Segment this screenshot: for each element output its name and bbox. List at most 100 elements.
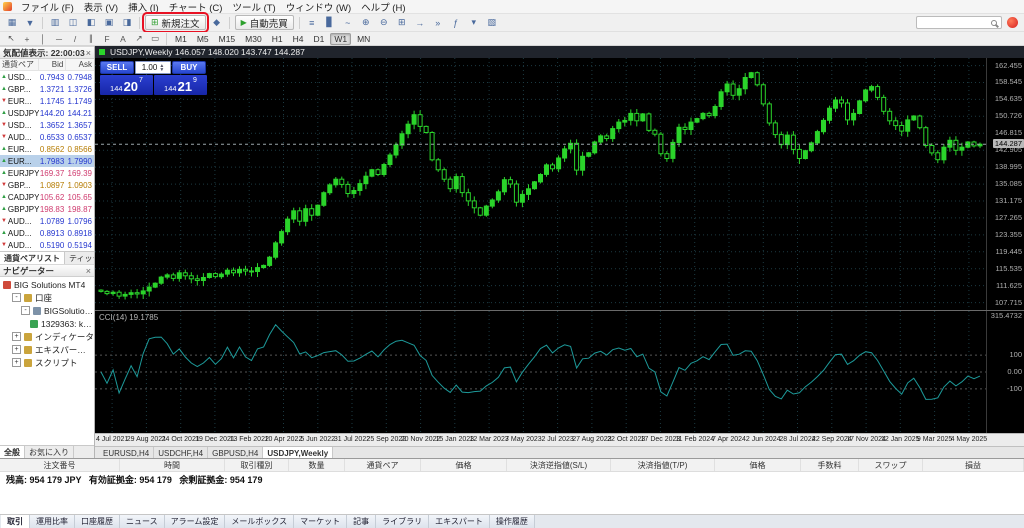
terminal-tab-7[interactable]: 記事 <box>347 515 377 528</box>
volume-input[interactable]: 1.00 ▲ ▼ <box>135 61 171 74</box>
periods-icon[interactable]: ▾ <box>466 16 482 30</box>
community-icon[interactable] <box>1007 17 1018 28</box>
market-watch-icon[interactable]: ▥ <box>47 16 63 30</box>
mw-tab-0[interactable]: 通貨ペアリスト <box>0 252 65 264</box>
expand-icon[interactable]: + <box>12 332 21 341</box>
arrow-icon[interactable]: ↗ <box>132 32 146 46</box>
menu-item-6[interactable]: ヘルプ (H) <box>356 0 410 14</box>
mw-row-2[interactable]: ▼ EUR... 1.1745 1.1749 <box>0 95 94 107</box>
cci-indicator-pane[interactable]: CCI(14) 19.1785 315.4732 100 0.00 -100 <box>95 310 1024 433</box>
sell-button[interactable]: SELL <box>100 61 134 74</box>
navigator-icon[interactable]: ◧ <box>83 16 99 30</box>
chart-line-icon[interactable]: ~ <box>340 16 356 30</box>
timeframe-m30[interactable]: M30 <box>241 33 266 45</box>
mw-tab-1[interactable]: ティックチャート <box>65 252 94 264</box>
mw-row-6[interactable]: ▲ EUR... 0.8562 0.8566 <box>0 143 94 155</box>
nav-item-5[interactable]: + エキスパートアドバイザ <box>0 343 94 356</box>
auto-trading-button[interactable]: ▶ 自動売買 <box>234 15 294 30</box>
nav-item-2[interactable]: - BIGSolutions-DEMO2 <box>0 304 94 317</box>
chart-bars-icon[interactable]: ≡ <box>304 16 320 30</box>
mw-row-9[interactable]: ▼ GBP... 1.0897 1.0903 <box>0 179 94 191</box>
terminal-tab-6[interactable]: マーケット <box>294 515 348 528</box>
data-window-icon[interactable]: ◫ <box>65 16 81 30</box>
terminal-tab-3[interactable]: ニュース <box>120 515 165 528</box>
shapes-icon[interactable]: ▭ <box>148 32 162 46</box>
strategy-tester-icon[interactable]: ◨ <box>119 16 135 30</box>
menu-item-5[interactable]: ウィンドウ (W) <box>281 0 356 14</box>
crosshair-icon[interactable]: + <box>20 32 34 46</box>
channel-icon[interactable]: ∥ <box>84 32 98 46</box>
price-axis[interactable]: 162.455 158.545 154.635 150.726 146.815 142.9… <box>986 58 1024 310</box>
menu-item-1[interactable]: 表示 (V) <box>79 0 123 14</box>
mw-row-13[interactable]: ▲ AUD... 0.8913 0.8918 <box>0 227 94 239</box>
nav-tab-0[interactable]: 全般 <box>0 446 25 458</box>
close-icon[interactable]: × <box>86 48 91 58</box>
mw-row-12[interactable]: ▼ AUD... 1.0789 1.0796 <box>0 215 94 227</box>
mw-row-11[interactable]: ▲ GBPJPY 198.83 198.87 <box>0 203 94 215</box>
buy-button[interactable]: BUY <box>172 61 206 74</box>
terminal-tab-4[interactable]: アラーム設定 <box>164 515 226 528</box>
collapse-icon[interactable]: - <box>12 293 21 302</box>
mw-row-5[interactable]: ▼ AUD... 0.6533 0.6537 <box>0 131 94 143</box>
mw-row-4[interactable]: ▼ USD... 1.3652 1.3657 <box>0 119 94 131</box>
profiles-icon[interactable]: ▼ <box>22 16 38 30</box>
spinner-down-icon[interactable]: ▼ <box>159 67 164 72</box>
cci-axis[interactable]: 315.4732 100 0.00 -100 <box>986 311 1024 433</box>
mw-row-8[interactable]: ▲ EURJPY 169.37 169.39 <box>0 167 94 179</box>
menu-item-2[interactable]: 挿入 (I) <box>123 0 164 14</box>
fibonacci-icon[interactable]: F <box>100 32 114 46</box>
terminal-icon[interactable]: ▣ <box>101 16 117 30</box>
expand-icon[interactable]: + <box>12 358 21 367</box>
timeframe-m15[interactable]: M15 <box>215 33 240 45</box>
nav-item-0[interactable]: BIG Solutions MT4 <box>0 278 94 291</box>
indicators-icon[interactable]: ƒ <box>448 16 464 30</box>
text-icon[interactable]: A <box>116 32 130 46</box>
time-axis[interactable]: 4 Jul 2021 29 Aug 2021 24 Oct 2021 19 Dec 2… <box>95 433 1024 446</box>
new-order-button[interactable]: ⊞ 新規注文 <box>142 12 209 33</box>
new-chart-icon[interactable]: ▦ <box>4 16 20 30</box>
mw-row-1[interactable]: ▲ GBP... 1.3721 1.3726 <box>0 83 94 95</box>
timeframe-d1[interactable]: D1 <box>309 33 328 45</box>
collapse-icon[interactable]: - <box>21 306 30 315</box>
nav-item-6[interactable]: + スクリプト <box>0 356 94 369</box>
nav-item-1[interactable]: - 口座 <box>0 291 94 304</box>
terminal-tab-5[interactable]: メールボックス <box>225 515 295 528</box>
horizontal-line-icon[interactable]: ─ <box>52 32 66 46</box>
timeframe-mn[interactable]: MN <box>353 33 374 45</box>
auto-scroll-icon[interactable]: → <box>412 16 428 30</box>
nav-item-3[interactable]: 1329363: kohchai... <box>0 317 94 330</box>
mw-row-3[interactable]: ▲ USDJPY 144.20 144.21 <box>0 107 94 119</box>
zoom-out-icon[interactable]: ⊖ <box>376 16 392 30</box>
timeframe-h1[interactable]: H1 <box>268 33 287 45</box>
terminal-tab-1[interactable]: 運用比率 <box>30 515 75 528</box>
nav-item-4[interactable]: + インディケータ <box>0 330 94 343</box>
mw-row-0[interactable]: ▲ USD... 0.7943 0.7948 <box>0 71 94 83</box>
timeframe-w1[interactable]: W1 <box>330 32 352 45</box>
nav-tab-1[interactable]: お気に入り <box>25 446 74 458</box>
vertical-line-icon[interactable]: │ <box>36 32 50 46</box>
chart-shift-icon[interactable]: » <box>430 16 446 30</box>
mw-row-7[interactable]: ▲ EUR... 1.7983 1.7990 <box>0 155 94 167</box>
timeframe-m1[interactable]: M1 <box>171 33 191 45</box>
metaeditor-icon[interactable]: ◆ <box>209 16 225 30</box>
search-input[interactable] <box>916 16 1002 29</box>
chart-candles-icon[interactable]: ▊ <box>322 16 338 30</box>
menu-item-3[interactable]: チャート (C) <box>164 0 228 14</box>
volume-spinner[interactable]: ▲ ▼ <box>159 63 164 72</box>
mw-row-14[interactable]: ▼ AUD... 0.5190 0.5194 <box>0 239 94 251</box>
main-chart[interactable]: 162.455 158.545 154.635 150.726 146.815 142.9… <box>95 58 1024 310</box>
terminal-tab-2[interactable]: 口座履歴 <box>75 515 120 528</box>
timeframe-h4[interactable]: H4 <box>289 33 308 45</box>
zoom-in-icon[interactable]: ⊕ <box>358 16 374 30</box>
menu-item-0[interactable]: ファイル (F) <box>16 0 79 14</box>
cursor-icon[interactable]: ↖ <box>4 32 18 46</box>
menu-item-4[interactable]: ツール (T) <box>227 0 280 14</box>
terminal-tab-0[interactable]: 取引 <box>1 515 30 528</box>
terminal-tab-8[interactable]: ライブラリ <box>376 515 430 528</box>
expand-icon[interactable]: + <box>12 345 21 354</box>
templates-icon[interactable]: ▧ <box>484 16 500 30</box>
timeframe-m5[interactable]: M5 <box>193 33 213 45</box>
mw-row-10[interactable]: ▲ CADJPY 105.62 105.65 <box>0 191 94 203</box>
close-icon[interactable]: × <box>86 266 91 276</box>
trendline-icon[interactable]: / <box>68 32 82 46</box>
